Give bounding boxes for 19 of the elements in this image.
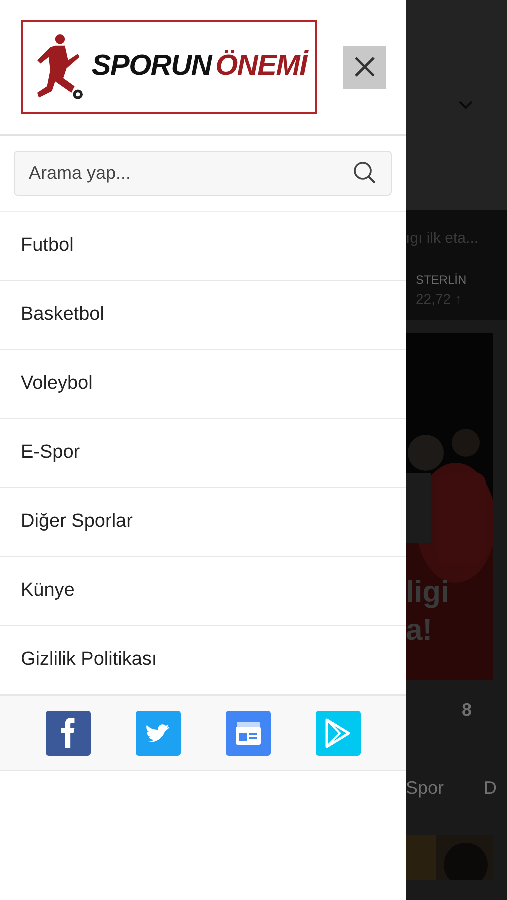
logo-text: SPORUN: [92, 49, 212, 84]
newspaper-icon: [236, 722, 260, 744]
category-label: D: [484, 777, 497, 800]
bird-link[interactable]: [136, 710, 180, 756]
play-store-icon: [325, 718, 351, 748]
close-icon: [354, 56, 376, 78]
search-field[interactable]: Arama yap...: [14, 151, 392, 196]
facebook-icon: [61, 718, 75, 748]
category-label: Spor: [406, 777, 444, 800]
close-button[interactable]: [343, 46, 386, 88]
logo-text: ÖNEMİ: [216, 49, 307, 84]
currency-label: STERLİN: [416, 272, 468, 288]
tab-label: 8: [462, 698, 472, 722]
facebook-link[interactable]: [46, 710, 90, 756]
play-store-link[interactable]: [316, 710, 360, 756]
newspaper-link[interactable]: [226, 710, 270, 756]
search-icon[interactable]: [353, 161, 377, 185]
bird-icon: [146, 722, 170, 744]
site-logo[interactable]: SPORUNÖNEMİ: [21, 20, 317, 114]
